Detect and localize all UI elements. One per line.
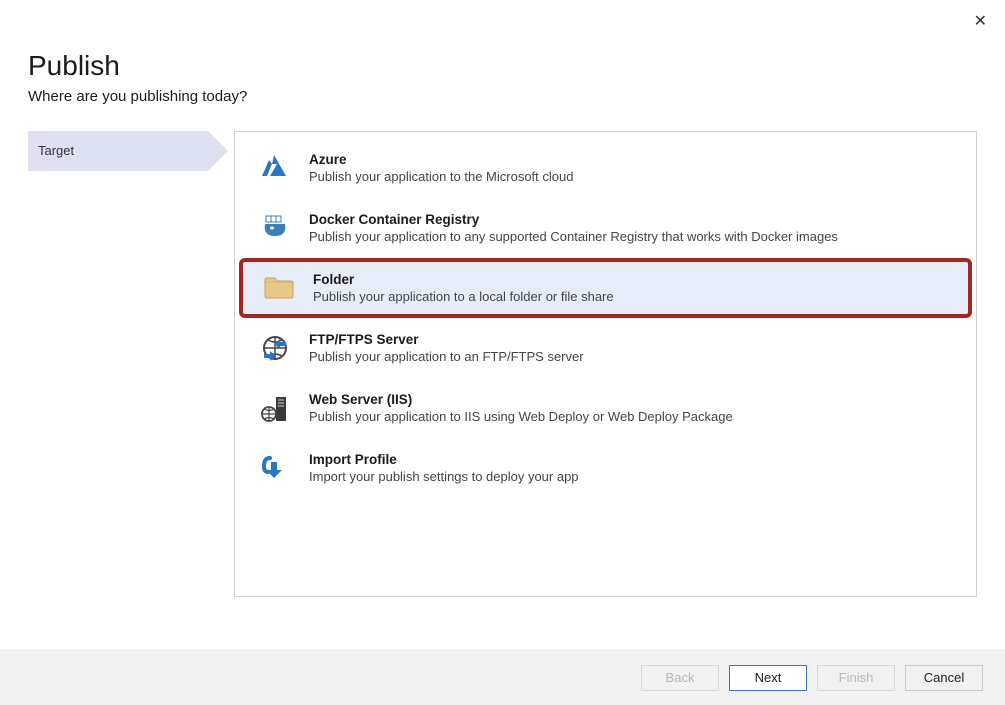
- option-azure-desc: Publish your application to the Microsof…: [309, 169, 958, 184]
- option-import[interactable]: Import Profile Import your publish setti…: [235, 438, 976, 498]
- option-iis-title: Web Server (IIS): [309, 392, 958, 407]
- option-ftp-desc: Publish your application to an FTP/FTPS …: [309, 349, 958, 364]
- step-target[interactable]: Target: [28, 131, 208, 171]
- footer-bar: Back Next Finish Cancel: [0, 650, 1005, 705]
- option-ftp-title: FTP/FTPS Server: [309, 332, 958, 347]
- docker-icon: [255, 214, 295, 244]
- option-import-desc: Import your publish settings to deploy y…: [309, 469, 958, 484]
- azure-icon: [255, 154, 295, 180]
- close-icon[interactable]: ✕: [974, 14, 987, 30]
- finish-button: Finish: [817, 665, 895, 691]
- option-folder[interactable]: Folder Publish your application to a loc…: [239, 258, 972, 318]
- option-folder-title: Folder: [313, 272, 954, 287]
- cancel-button[interactable]: Cancel: [905, 665, 983, 691]
- target-options-panel: Azure Publish your application to the Mi…: [234, 131, 977, 597]
- option-docker-title: Docker Container Registry: [309, 212, 958, 227]
- option-ftp[interactable]: FTP/FTPS Server Publish your application…: [235, 318, 976, 378]
- option-azure[interactable]: Azure Publish your application to the Mi…: [235, 138, 976, 198]
- wizard-steps: Target: [28, 131, 208, 597]
- page-subtitle: Where are you publishing today?: [28, 88, 977, 105]
- import-icon: [255, 454, 295, 482]
- ftp-icon: [255, 334, 295, 362]
- next-button[interactable]: Next: [729, 665, 807, 691]
- option-folder-desc: Publish your application to a local fold…: [313, 289, 954, 304]
- iis-icon: [255, 394, 295, 424]
- option-docker[interactable]: Docker Container Registry Publish your a…: [235, 198, 976, 258]
- option-iis[interactable]: Web Server (IIS) Publish your applicatio…: [235, 378, 976, 438]
- folder-icon: [259, 274, 299, 300]
- option-import-title: Import Profile: [309, 452, 958, 467]
- back-button: Back: [641, 665, 719, 691]
- option-docker-desc: Publish your application to any supporte…: [309, 229, 958, 244]
- option-azure-title: Azure: [309, 152, 958, 167]
- option-iis-desc: Publish your application to IIS using We…: [309, 409, 958, 424]
- page-title: Publish: [28, 50, 977, 82]
